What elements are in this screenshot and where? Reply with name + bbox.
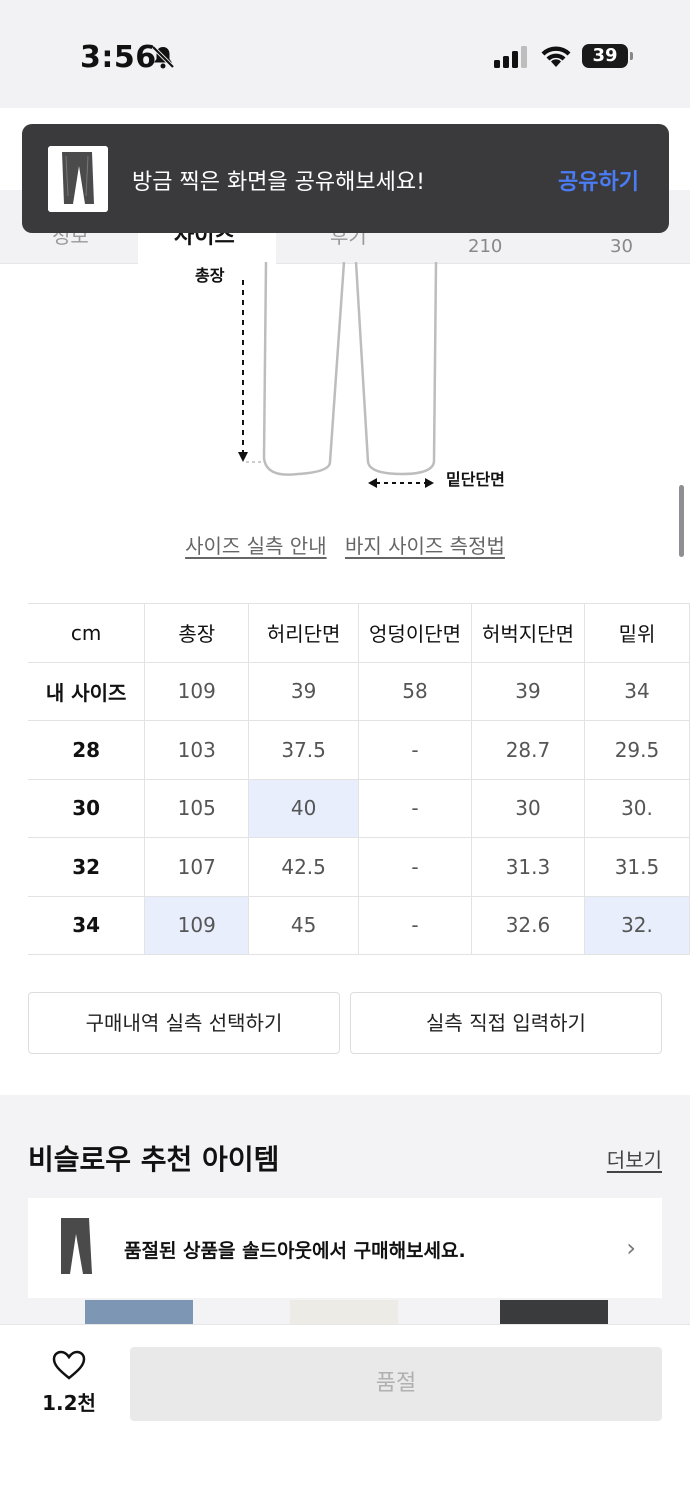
table-cell: 34 xyxy=(28,895,146,955)
table-cell: 28 xyxy=(28,720,146,780)
tab-count: 210 xyxy=(468,236,503,257)
table-cell: 37.5 xyxy=(248,720,360,780)
toast-message: 방금 찍은 화면을 공유해보세요! xyxy=(132,170,425,195)
table-cell: 107 xyxy=(144,837,250,897)
soldout-banner[interactable]: 품절된 상품을 솔드아웃에서 구매해보세요. › xyxy=(28,1198,662,1298)
table-cell: 30. xyxy=(583,778,690,838)
recommend-more-link[interactable]: 더보기 xyxy=(607,1144,662,1173)
table-cell-highlighted: 32. xyxy=(583,895,690,955)
product-thumbnail xyxy=(48,146,108,212)
tab-count: 30 xyxy=(610,236,633,257)
table-cell-highlighted: 109 xyxy=(144,895,250,955)
table-cell: 34 xyxy=(583,661,690,721)
table-cell-highlighted: 40 xyxy=(248,778,360,838)
header-cell: 총장 xyxy=(144,603,250,663)
diagram-label-hem-width: 밑단단면 xyxy=(446,470,505,489)
header-cell: 허벅지단면 xyxy=(471,603,585,663)
header-cell: 밑위 xyxy=(583,603,690,663)
table-cell: 내 사이즈 xyxy=(28,661,146,721)
like-count: 1.2천 xyxy=(42,1391,96,1415)
soldout-text: 품절된 상품을 솔드아웃에서 구매해보세요. xyxy=(124,1240,466,1262)
size-guide-links: 사이즈 실측 안내 바지 사이즈 측정법 xyxy=(0,530,690,559)
page: 3:56 39 정보 사이즈 후기 210 30 방금 찍은 화면을 공유해보세… xyxy=(0,0,690,1500)
table-cell: 58 xyxy=(358,661,472,721)
table-cell: 105 xyxy=(144,778,250,838)
header-cell: 허리단면 xyxy=(248,603,360,663)
table-cell: 31.3 xyxy=(471,837,585,897)
table-row: 내 사이즈 109 39 58 39 34 xyxy=(28,661,690,721)
manual-input-button[interactable]: 실측 직접 입력하기 xyxy=(350,992,662,1054)
like-button[interactable]: 1.2천 xyxy=(40,1349,98,1416)
share-button[interactable]: 공유하기 xyxy=(558,164,639,196)
table-cell: 32.6 xyxy=(471,895,585,955)
header-cell: 엉덩이단면 xyxy=(358,603,472,663)
heart-icon xyxy=(52,1350,86,1380)
table-cell: 29.5 xyxy=(583,720,690,780)
size-guide-link[interactable]: 사이즈 실측 안내 xyxy=(185,534,327,558)
table-cell: 109 xyxy=(144,661,250,721)
table-cell: 31.5 xyxy=(583,837,690,897)
battery-indicator: 39 xyxy=(582,44,633,68)
diagram-label-total-length: 총장 xyxy=(195,266,225,285)
table-cell: - xyxy=(358,837,472,897)
table-cell: 42.5 xyxy=(248,837,360,897)
select-purchase-history-button[interactable]: 구매내역 실측 선택하기 xyxy=(28,992,340,1054)
cellular-signal-icon xyxy=(494,46,527,68)
bottom-action-bar: 1.2천 품절 xyxy=(0,1324,690,1500)
header-cell: cm xyxy=(28,603,146,663)
size-table: cm 총장 허리단면 엉덩이단면 허벅지단면 밑위 내 사이즈 109 39 5… xyxy=(28,603,690,955)
status-bar: 3:56 39 xyxy=(0,0,690,108)
table-header-row: cm 총장 허리단면 엉덩이단면 허벅지단면 밑위 xyxy=(28,603,690,663)
table-cell: - xyxy=(358,895,472,955)
recommend-title: 비슬로우 추천 아이템 xyxy=(28,1143,280,1176)
buy-button-disabled: 품절 xyxy=(130,1347,662,1421)
status-time: 3:56 xyxy=(80,40,157,75)
table-cell: 45 xyxy=(248,895,360,955)
table-row: 28 103 37.5 - 28.7 29.5 xyxy=(28,720,690,780)
table-cell: 39 xyxy=(248,661,360,721)
scrollbar[interactable] xyxy=(679,485,684,557)
bell-off-icon xyxy=(151,45,175,69)
table-row: 32 107 42.5 - 31.3 31.5 xyxy=(28,837,690,897)
table-cell: 28.7 xyxy=(471,720,585,780)
table-cell: 103 xyxy=(144,720,250,780)
table-cell: - xyxy=(358,720,472,780)
table-cell: 32 xyxy=(28,837,146,897)
table-cell: 30 xyxy=(28,778,146,838)
table-cell: 39 xyxy=(471,661,585,721)
table-row: 34 109 45 - 32.6 32. xyxy=(28,895,690,955)
share-toast: 방금 찍은 화면을 공유해보세요! 공유하기 xyxy=(22,124,669,233)
table-cell: - xyxy=(358,778,472,838)
wifi-icon xyxy=(541,46,571,67)
table-cell: 30 xyxy=(471,778,585,838)
table-row: 30 105 40 - 30 30. xyxy=(28,778,690,838)
pants-measure-guide-link[interactable]: 바지 사이즈 측정법 xyxy=(345,534,505,558)
chevron-right-icon: › xyxy=(626,1234,636,1262)
jeans-image xyxy=(48,146,108,212)
soldout-product-image xyxy=(48,1214,104,1280)
